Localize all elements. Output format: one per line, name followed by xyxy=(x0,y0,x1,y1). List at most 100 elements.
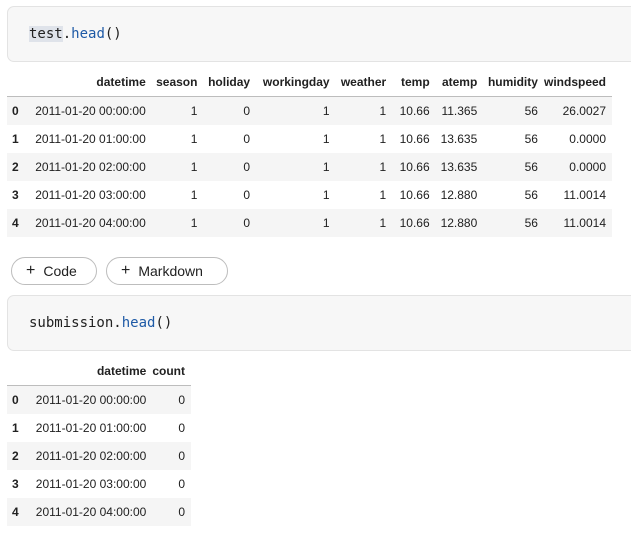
column-header: windspeed xyxy=(543,68,612,97)
table-cell: 0 xyxy=(178,393,185,407)
code-dot: . xyxy=(113,315,122,331)
row-index: 3 xyxy=(12,477,19,491)
code-cell-1[interactable]: test.head() xyxy=(7,6,631,62)
table-cell: 2011-01-20 00:00:00 xyxy=(35,104,146,118)
table-header-row: datetime count xyxy=(7,357,191,386)
row-index: 0 xyxy=(12,104,19,118)
table-cell: 56 xyxy=(524,104,538,118)
table-row: 1 2011-01-20 01:00:00 1 0 1 1 10.66 13.635 56 0.0… xyxy=(7,125,612,153)
table-cell: 0 xyxy=(243,188,251,202)
table-cell: 2011-01-20 03:00:00 xyxy=(35,477,147,491)
table-cell: 10.66 xyxy=(399,132,430,146)
table-cell: 1 xyxy=(190,188,198,202)
row-index: 2 xyxy=(12,449,19,463)
table-cell: 1 xyxy=(322,132,330,146)
table-cell: 2011-01-20 03:00:00 xyxy=(35,188,146,202)
table-cell: 1 xyxy=(379,188,387,202)
code-parens: () xyxy=(104,26,122,42)
row-index: 0 xyxy=(12,393,19,407)
add-markdown-cell-button[interactable]: + Markdown xyxy=(106,257,228,285)
table-cell: 10.66 xyxy=(399,160,430,174)
table-cell: 0 xyxy=(178,421,185,435)
table-cell: 2011-01-20 01:00:00 xyxy=(35,132,146,146)
index-header xyxy=(7,357,31,386)
table-cell: 0 xyxy=(243,160,251,174)
column-header: count xyxy=(152,357,191,386)
table-cell: 10.66 xyxy=(399,188,430,202)
table-cell: 1 xyxy=(322,188,330,202)
table-row: 3 2011-01-20 03:00:00 0 xyxy=(7,470,191,498)
column-header: weather xyxy=(335,68,393,97)
table-cell: 1 xyxy=(322,104,330,118)
table-row: 2 2011-01-20 02:00:00 0 xyxy=(7,442,191,470)
table-cell: 13.635 xyxy=(440,160,478,174)
table-cell: 56 xyxy=(524,160,538,174)
table-body: 0 2011-01-20 00:00:00 0 1 2011-01-20 01:00:0… xyxy=(7,385,191,526)
output-dataframe-submission: datetime count 0 2011-01-20 00:00:00 0 1 2011… xyxy=(7,357,191,526)
table-cell: 1 xyxy=(379,132,387,146)
plus-icon: + xyxy=(121,262,131,279)
table-cell: 12.880 xyxy=(440,216,478,230)
table-cell: 10.66 xyxy=(399,216,430,230)
row-index: 4 xyxy=(12,505,19,519)
table-cell: 2011-01-20 02:00:00 xyxy=(35,449,147,463)
table-cell: 0 xyxy=(243,216,251,230)
table-row: 4 2011-01-20 04:00:00 0 xyxy=(7,498,191,526)
row-index: 1 xyxy=(12,421,19,435)
code-function: head xyxy=(121,315,156,331)
table-cell: 1 xyxy=(190,132,198,146)
row-index: 4 xyxy=(12,216,19,230)
code-function: head xyxy=(71,26,105,42)
code-line[interactable]: test.head() xyxy=(29,26,122,42)
add-code-label: Code xyxy=(43,263,77,279)
add-markdown-label: Markdown xyxy=(138,263,203,279)
column-header: holiday xyxy=(203,68,257,97)
table-cell: 1 xyxy=(190,104,198,118)
plus-icon: + xyxy=(26,262,36,279)
table-cell: 56 xyxy=(524,132,538,146)
table-cell: 1 xyxy=(379,216,387,230)
table-cell: 13.635 xyxy=(440,132,478,146)
column-header: datetime xyxy=(30,68,152,97)
code-cell-2[interactable]: submission.head() xyxy=(7,295,631,351)
column-header: datetime xyxy=(30,357,153,386)
table-row: 1 2011-01-20 01:00:00 0 xyxy=(7,414,191,442)
index-header xyxy=(7,68,31,97)
table-cell: 2011-01-20 02:00:00 xyxy=(35,160,146,174)
table-cell: 1 xyxy=(190,216,198,230)
table-row: 2 2011-01-20 02:00:00 1 0 1 1 10.66 13.635 56 0.0… xyxy=(7,153,612,181)
table-header-row: datetime season holiday workingday weather te… xyxy=(7,68,612,97)
table-cell: 0 xyxy=(178,449,185,463)
table-cell: 56 xyxy=(524,216,538,230)
column-header: atemp xyxy=(435,68,484,97)
code-parens: () xyxy=(155,315,173,331)
table-cell: 10.66 xyxy=(399,104,430,118)
table-cell: 1 xyxy=(322,160,330,174)
code-line[interactable]: submission.head() xyxy=(29,315,172,331)
row-index: 2 xyxy=(12,160,19,174)
table-cell: 2011-01-20 04:00:00 xyxy=(35,216,146,230)
table-cell: 26.0027 xyxy=(562,104,606,118)
table-cell: 2011-01-20 04:00:00 xyxy=(35,505,147,519)
table-cell: 11.365 xyxy=(441,104,478,118)
table-cell: 1 xyxy=(190,160,198,174)
table-cell: 1 xyxy=(322,216,330,230)
table-cell: 1 xyxy=(379,104,387,118)
table-cell: 11.0014 xyxy=(563,216,607,230)
table-cell: 56 xyxy=(524,188,538,202)
table-cell: 0.0000 xyxy=(569,160,606,174)
table-cell: 2011-01-20 01:00:00 xyxy=(35,421,147,435)
code-object: submission xyxy=(29,315,114,331)
table-cell: 11.0014 xyxy=(563,188,607,202)
table-cell: 0 xyxy=(178,505,185,519)
table-row: 0 2011-01-20 00:00:00 0 xyxy=(7,385,191,414)
table-cell: 0.0000 xyxy=(569,132,606,146)
add-code-cell-button[interactable]: + Code xyxy=(11,257,97,285)
column-header: temp xyxy=(392,68,436,97)
column-header: season xyxy=(151,68,204,97)
code-object: test xyxy=(29,26,63,42)
row-index: 1 xyxy=(12,132,19,146)
column-header: humidity xyxy=(483,68,544,97)
output-dataframe-test: datetime season holiday workingday weather te… xyxy=(7,68,612,237)
table-cell: 2011-01-20 00:00:00 xyxy=(35,393,147,407)
